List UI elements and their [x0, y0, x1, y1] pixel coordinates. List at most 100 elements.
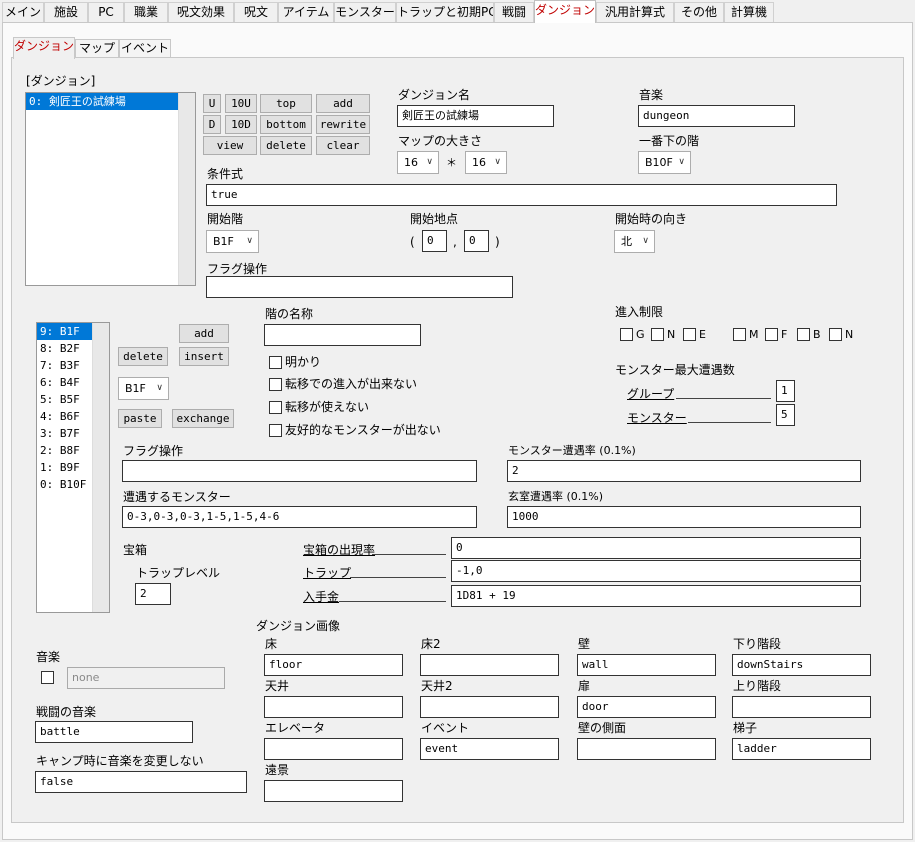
- trap-level-input[interactable]: 2: [135, 583, 171, 605]
- move-down-button[interactable]: D: [203, 115, 221, 134]
- floor-name-input[interactable]: [264, 324, 421, 346]
- tab-pc[interactable]: PC: [88, 2, 124, 22]
- dungeon-name-input[interactable]: 剣匠王の試練場: [397, 105, 554, 127]
- move-up-button[interactable]: U: [203, 94, 221, 113]
- condition-label: 条件式: [207, 167, 244, 181]
- list-item[interactable]: 0: 剣匠王の試練場: [26, 93, 178, 110]
- room-rate-input[interactable]: 1000: [507, 506, 861, 528]
- image-distant-view-input[interactable]: [264, 780, 403, 802]
- tab-formula[interactable]: 汎用計算式: [596, 2, 674, 22]
- encounter-rate-input[interactable]: 2: [507, 460, 861, 482]
- map-height-select[interactable]: 16 ∨: [465, 151, 507, 174]
- group-label: グループ: [627, 387, 675, 401]
- subtab-event[interactable]: イベント: [119, 39, 171, 58]
- chevron-down-icon: ∨: [678, 157, 685, 167]
- light-checkbox[interactable]: [269, 356, 282, 369]
- delete-dungeon-button[interactable]: delete: [260, 136, 312, 155]
- image-ladder-input[interactable]: ladder: [732, 738, 871, 760]
- battle-music-input[interactable]: battle: [35, 721, 193, 743]
- start-direction-select[interactable]: 北 ∨: [614, 230, 655, 253]
- condition-input[interactable]: true: [206, 184, 837, 206]
- list-item[interactable]: 9: B1F: [37, 323, 92, 340]
- start-y-input[interactable]: 0: [464, 230, 489, 252]
- battle-music-label: 戦闘の音楽: [36, 705, 97, 719]
- move-down-10-button[interactable]: 10D: [225, 115, 257, 134]
- tab-spell[interactable]: 呪文: [234, 2, 278, 22]
- trap-label: トラップ: [303, 566, 352, 580]
- floor-select[interactable]: B1F ∨: [118, 377, 169, 400]
- tab-calculator[interactable]: 計算機: [724, 2, 774, 22]
- image-up-stairs-input[interactable]: [732, 696, 871, 718]
- move-up-10-button[interactable]: 10U: [225, 94, 257, 113]
- map-width-select[interactable]: 16 ∨: [397, 151, 439, 174]
- floor-list-scrollbar[interactable]: [92, 323, 109, 612]
- bottom-floor-select[interactable]: B10F ∨: [638, 151, 691, 174]
- trap-input[interactable]: -1,0: [451, 560, 861, 582]
- add-floor-button[interactable]: add: [179, 324, 229, 343]
- tab-class[interactable]: 職業: [124, 2, 168, 22]
- image-down-stairs-input[interactable]: downStairs: [732, 654, 871, 676]
- entry-g-checkbox[interactable]: [620, 328, 633, 341]
- view-button[interactable]: view: [203, 136, 257, 155]
- image-elevator-input[interactable]: [264, 738, 403, 760]
- start-direction-label: 開始時の向き: [615, 212, 688, 226]
- image-ceiling2-input[interactable]: [420, 696, 559, 718]
- bottom-button[interactable]: bottom: [260, 115, 312, 134]
- tab-monster[interactable]: モンスター: [334, 2, 396, 22]
- insert-floor-button[interactable]: insert: [179, 347, 229, 366]
- entry-m-checkbox[interactable]: [733, 328, 746, 341]
- group-input[interactable]: 1: [776, 380, 795, 402]
- bottom-music-input[interactable]: none: [67, 667, 225, 689]
- dungeon-list[interactable]: 0: 剣匠王の試練場: [25, 92, 196, 286]
- image-door-input[interactable]: door: [577, 696, 716, 718]
- image-event-input[interactable]: event: [420, 738, 559, 760]
- entry-n-checkbox[interactable]: [651, 328, 664, 341]
- image-wall-input[interactable]: wall: [577, 654, 716, 676]
- music-input[interactable]: dungeon: [638, 105, 795, 127]
- tab-facility[interactable]: 施設: [44, 2, 88, 22]
- tab-item[interactable]: アイテム: [278, 2, 334, 22]
- image-distant-view-label: 遠景: [265, 763, 290, 777]
- paste-button[interactable]: paste: [118, 409, 162, 428]
- camp-music-input[interactable]: false: [35, 771, 247, 793]
- subtab-map[interactable]: マップ: [75, 39, 119, 58]
- no-teleport-checkbox[interactable]: [269, 401, 282, 414]
- image-up-stairs-label: 上り階段: [733, 679, 782, 693]
- monster-count-input[interactable]: 5: [776, 404, 795, 426]
- top-button[interactable]: top: [260, 94, 312, 113]
- tab-other[interactable]: その他: [674, 2, 724, 22]
- image-ceiling-input[interactable]: [264, 696, 403, 718]
- entry-n2-checkbox[interactable]: [829, 328, 842, 341]
- no-friendly-checkbox[interactable]: [269, 424, 282, 437]
- tab-spell-effect[interactable]: 呪文効果: [168, 2, 234, 22]
- start-floor-select[interactable]: B1F ∨: [206, 230, 259, 253]
- tab-main[interactable]: メイン: [2, 2, 44, 22]
- tab-dungeon[interactable]: ダンジョン: [534, 0, 596, 23]
- chest-rate-input[interactable]: 0: [451, 537, 861, 559]
- image-floor-input[interactable]: floor: [264, 654, 403, 676]
- add-dungeon-button[interactable]: add: [316, 94, 370, 113]
- entry-b-checkbox[interactable]: [797, 328, 810, 341]
- start-x-input[interactable]: 0: [422, 230, 447, 252]
- image-wall-side-input[interactable]: [577, 738, 716, 760]
- tab-trap-initial-pc[interactable]: トラップと初期PC: [396, 2, 494, 22]
- entry-e-checkbox[interactable]: [683, 328, 696, 341]
- no-teleport-entry-checkbox[interactable]: [269, 378, 282, 391]
- clear-button[interactable]: clear: [316, 136, 370, 155]
- subtab-dungeon[interactable]: ダンジョン: [13, 37, 75, 59]
- music-checkbox[interactable]: [41, 671, 54, 684]
- monsters-input[interactable]: 0-3,0-3,0-3,1-5,1-5,4-6: [122, 506, 477, 528]
- gold-input[interactable]: 1D81 + 19: [451, 585, 861, 607]
- delete-floor-button[interactable]: delete: [118, 347, 168, 366]
- start-floor-label: 開始階: [207, 212, 244, 226]
- dungeon-list-scrollbar[interactable]: [178, 93, 195, 285]
- chest-rate-underline: [372, 554, 446, 555]
- dungeon-flag-input[interactable]: [206, 276, 513, 298]
- floor-list[interactable]: 9: B1F 8: B2F 7: B3F 6: B4F 5: B5F 4: B6…: [36, 322, 110, 613]
- entry-f-checkbox[interactable]: [765, 328, 778, 341]
- tab-battle[interactable]: 戦闘: [494, 2, 534, 22]
- exchange-button[interactable]: exchange: [172, 409, 234, 428]
- floor-flag-input[interactable]: [122, 460, 477, 482]
- rewrite-button[interactable]: rewrite: [316, 115, 370, 134]
- image-floor2-input[interactable]: [420, 654, 559, 676]
